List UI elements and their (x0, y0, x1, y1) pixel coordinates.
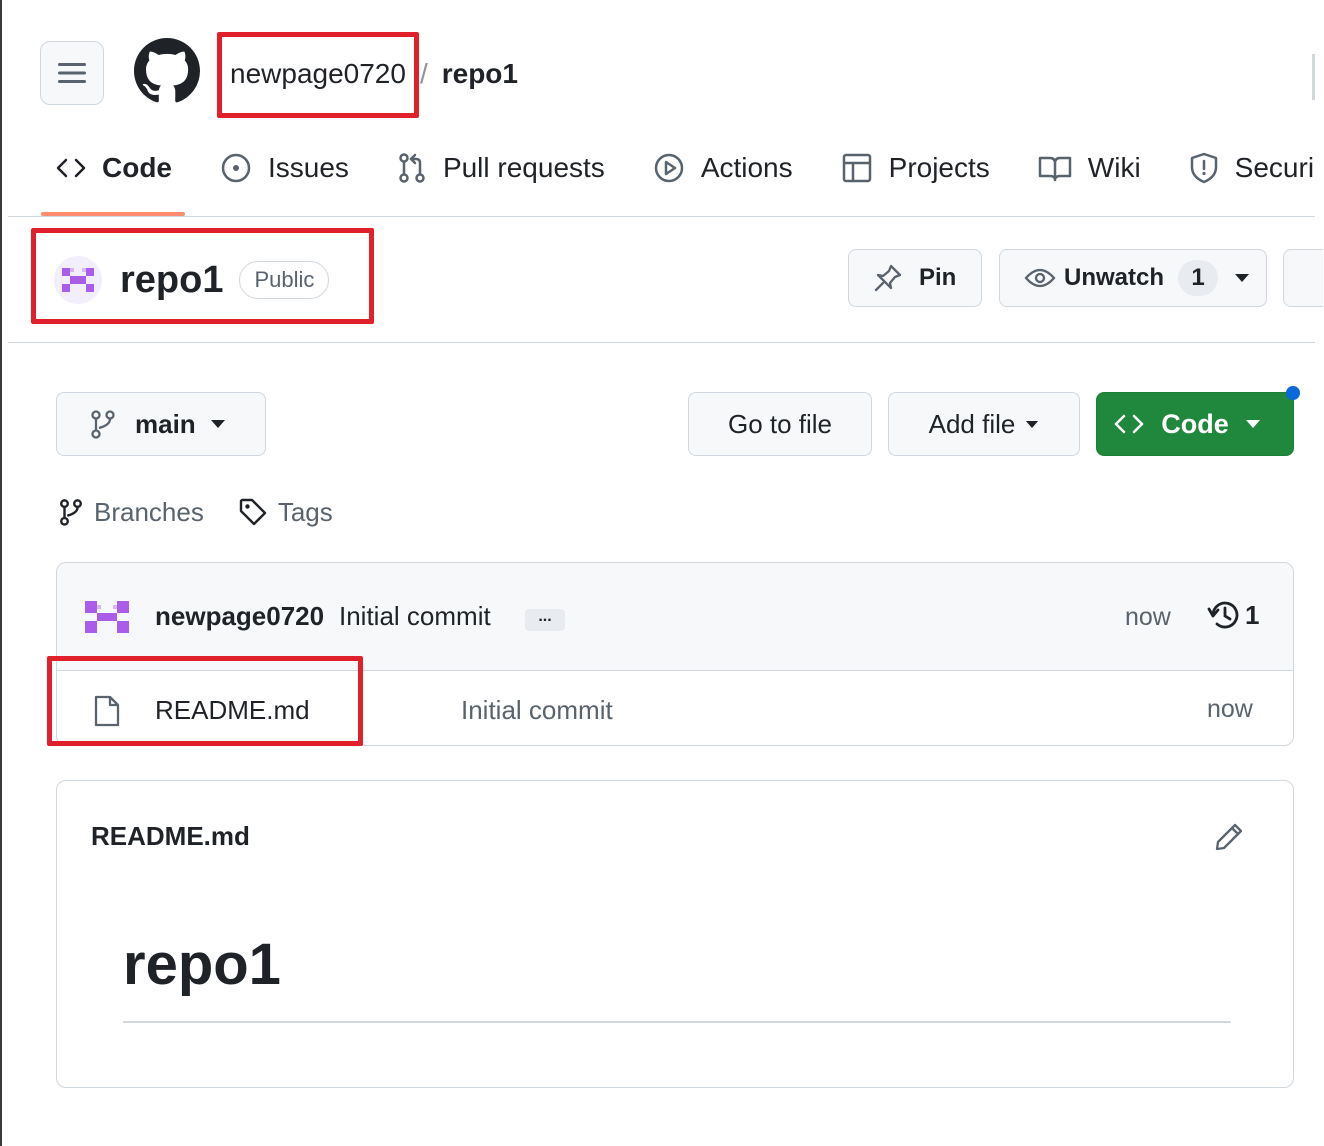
tab-security[interactable]: Securi (1173, 140, 1324, 196)
branches-link[interactable]: Branches (58, 497, 204, 528)
tab-label: Wiki (1087, 152, 1141, 183)
tab-actions[interactable]: Actions (637, 140, 809, 196)
branch-icon (60, 499, 82, 526)
tab-code[interactable]: Code (40, 140, 188, 196)
tab-label: Code (102, 152, 172, 183)
title-divider (8, 342, 1315, 343)
unwatch-button[interactable]: Unwatch 1 (999, 249, 1267, 307)
github-logo-icon[interactable] (134, 38, 200, 104)
breadcrumb: newpage0720 / repo1 (230, 54, 518, 94)
tab-issues[interactable]: Issues (204, 140, 365, 196)
tag-icon (239, 498, 267, 526)
go-to-file-label: Go to file (727, 408, 833, 439)
tab-label: Issues (268, 152, 349, 183)
add-file-button[interactable]: Add file (888, 392, 1080, 456)
chevron-down-icon (210, 420, 225, 428)
file-commit-message[interactable]: Initial commit (461, 695, 613, 726)
repo-name[interactable]: repo1 (120, 259, 223, 302)
avatar[interactable] (85, 597, 129, 637)
tab-pull-requests[interactable]: Pull requests (381, 140, 621, 196)
tab-label: Actions (700, 152, 793, 183)
readme-heading: repo1 (123, 932, 281, 997)
commit-count: 1 (1245, 599, 1260, 630)
pin-button[interactable]: Pin (848, 249, 982, 307)
file-table: newpage0720 Initial commit ... now 1 REA… (56, 562, 1294, 746)
expand-commit-button[interactable]: ... (525, 609, 565, 631)
notification-dot (1286, 386, 1300, 400)
pull-request-icon (399, 153, 425, 183)
chevron-down-icon (1026, 420, 1039, 428)
readme-title[interactable]: README.md (91, 821, 250, 852)
tabs-divider (8, 216, 1315, 217)
unwatch-label: Unwatch (1064, 264, 1165, 291)
code-icon (1114, 414, 1144, 434)
window-edge (0, 0, 8, 1146)
branches-label: Branches (94, 496, 204, 527)
add-file-label: Add file (928, 408, 1016, 439)
owner-link[interactable]: newpage0720 (230, 58, 406, 90)
watch-count: 1 (1178, 260, 1219, 296)
visibility-badge: Public (239, 261, 330, 299)
shield-icon (1190, 152, 1217, 184)
commit-history-link[interactable]: 1 (1207, 599, 1259, 631)
identicon-icon (62, 268, 94, 292)
tab-wiki[interactable]: Wiki (1022, 140, 1157, 196)
hamburger-icon (58, 63, 86, 83)
tags-link[interactable]: Tags (238, 497, 333, 528)
history-icon (1207, 601, 1239, 629)
pin-icon (874, 264, 902, 292)
tags-label: Tags (277, 496, 333, 527)
branch-name: main (135, 408, 196, 439)
fork-button[interactable] (1283, 249, 1323, 307)
tab-projects[interactable]: Projects (825, 140, 1006, 196)
readme-panel: README.md repo1 (56, 780, 1294, 1088)
issue-icon (221, 153, 251, 183)
book-icon (1038, 156, 1072, 182)
branch-selector[interactable]: main (56, 392, 266, 456)
code-label: Code (1161, 408, 1229, 439)
breadcrumb-separator: / (419, 58, 428, 89)
chevron-down-icon (1245, 420, 1260, 428)
chevron-down-icon (1235, 274, 1250, 282)
file-name[interactable]: README.md (155, 695, 310, 726)
repo-link[interactable]: repo1 (442, 58, 518, 90)
go-to-file-button[interactable]: Go to file (688, 392, 872, 456)
latest-commit-row: newpage0720 Initial commit ... now 1 (57, 563, 1293, 671)
commit-message[interactable]: Initial commit (339, 601, 491, 632)
menu-button[interactable] (40, 41, 104, 105)
pencil-icon[interactable] (1213, 821, 1245, 853)
repo-nav-tabs: Code Issues Pull requests Actions Projec… (40, 140, 1324, 218)
github-page: newpage0720 / repo1 Code Issues Pull req… (8, 8, 1323, 1146)
play-icon (654, 153, 684, 183)
file-icon (94, 695, 120, 727)
table-row[interactable]: README.md Initial commit now (57, 671, 1293, 745)
commit-author[interactable]: newpage0720 (155, 601, 324, 632)
branch-icon (91, 410, 115, 439)
tab-label: Projects (888, 152, 990, 183)
header-divider (1312, 54, 1315, 100)
pin-label: Pin (919, 264, 957, 291)
repo-meta-links: Branches Tags (58, 492, 367, 532)
avatar[interactable] (54, 256, 102, 304)
repo-title-row: repo1 Public (54, 254, 330, 306)
code-dropdown-button[interactable]: Code (1096, 392, 1294, 456)
code-icon (56, 158, 86, 178)
file-commit-time: now (1207, 695, 1253, 723)
tab-label: Pull requests (442, 152, 605, 183)
tab-label: Securi (1234, 152, 1315, 183)
readme-heading-rule (123, 1021, 1231, 1023)
commit-time: now (1125, 603, 1171, 631)
table-icon (842, 153, 871, 183)
eye-icon (1024, 268, 1056, 288)
